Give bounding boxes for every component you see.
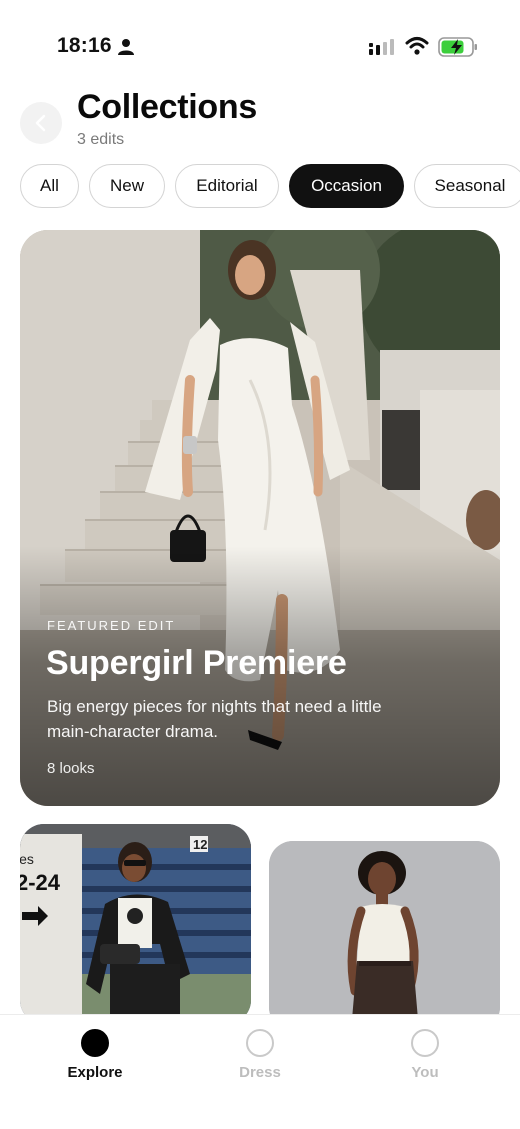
- featured-eyebrow: FEATURED EDIT: [47, 618, 176, 633]
- battery-charging-icon: [438, 37, 477, 57]
- status-time: 18:16: [57, 34, 112, 57]
- nav-you[interactable]: You: [355, 1015, 495, 1105]
- signal-icon: [369, 39, 394, 55]
- person-icon: [118, 39, 134, 55]
- studio-photo: [269, 841, 500, 1031]
- dress-icon: [246, 1029, 274, 1057]
- stadium-photo: 12 les 2-24: [20, 824, 251, 1024]
- filter-chip-seasonal[interactable]: Seasonal: [414, 164, 520, 208]
- featured-title: Supergirl Premiere: [46, 644, 347, 682]
- featured-edit-card[interactable]: FEATURED EDIT Supergirl Premiere Big ene…: [20, 230, 500, 806]
- filter-chip-row[interactable]: All New Editorial Occasion Seasonal: [0, 164, 520, 210]
- you-icon: [411, 1029, 439, 1057]
- svg-text:les: les: [20, 851, 34, 867]
- bottom-nav: Explore Dress You: [0, 1014, 520, 1129]
- page-subtitle: 3 edits: [77, 131, 125, 148]
- page-title: Collections: [77, 88, 257, 126]
- svg-text:2-24: 2-24: [20, 870, 61, 895]
- chevron-left-icon: [35, 114, 46, 132]
- collection-card-studio[interactable]: [269, 841, 500, 1031]
- wifi-icon: [405, 37, 429, 55]
- featured-description: Big energy pieces for nights that need a…: [47, 697, 382, 741]
- nav-explore[interactable]: Explore: [25, 1015, 165, 1105]
- featured-look-count: 8 looks: [47, 760, 95, 777]
- filter-chip-new[interactable]: New: [89, 164, 165, 208]
- explore-icon: [81, 1029, 109, 1057]
- status-bar: 18:16: [0, 0, 520, 90]
- seat-number-text: 12: [193, 837, 207, 852]
- filter-chip-occasion[interactable]: Occasion: [289, 164, 404, 208]
- filter-chip-editorial[interactable]: Editorial: [175, 164, 279, 208]
- filter-chip-all[interactable]: All: [20, 164, 79, 208]
- nav-label-explore: Explore: [67, 1064, 123, 1081]
- nav-label-you: You: [411, 1064, 439, 1081]
- collection-card-stadium[interactable]: 12 les 2-24: [20, 824, 251, 1024]
- nav-dress[interactable]: Dress: [190, 1015, 330, 1105]
- back-button[interactable]: [20, 102, 62, 144]
- nav-label-dress: Dress: [239, 1064, 281, 1081]
